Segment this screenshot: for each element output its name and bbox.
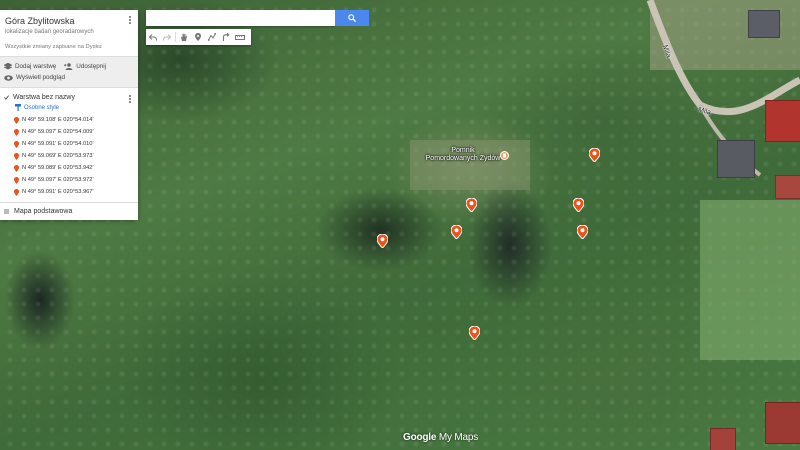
building — [765, 402, 800, 444]
marker-icon — [14, 140, 19, 148]
checkbox-checked-icon[interactable] — [4, 95, 9, 100]
item-label: N 49° 59.089' E 020°53.942' — [22, 165, 94, 171]
save-status: Wszystkie zmiany zapisane na Dysku — [5, 44, 102, 50]
building — [765, 100, 800, 142]
marker-icon — [14, 188, 19, 196]
directions-button[interactable] — [219, 30, 233, 44]
search-button[interactable] — [335, 10, 369, 26]
undo-button[interactable] — [146, 30, 160, 44]
marker-icon — [14, 128, 19, 136]
monument-icon[interactable] — [500, 151, 509, 160]
add-marker-button[interactable] — [191, 30, 205, 44]
layers-icon — [4, 63, 12, 70]
building — [748, 10, 780, 38]
map-options-kebab-icon[interactable] — [127, 15, 133, 25]
building — [775, 175, 800, 199]
building — [717, 140, 755, 178]
toolbar-divider — [175, 32, 176, 42]
list-item[interactable]: N 49° 59.097' E 020°53.972' — [14, 174, 138, 186]
line-icon — [208, 33, 216, 41]
list-item[interactable]: N 49° 59.108' E 020°54.014' — [14, 114, 138, 126]
base-map-icon — [4, 209, 9, 214]
base-map-label: Mapa podstawowa — [14, 208, 73, 215]
map-marker-icon[interactable] — [451, 225, 462, 239]
map-description[interactable]: lokalizacje badań georadarowych — [5, 29, 134, 35]
preview-button[interactable]: Wyświetl podgląd — [4, 74, 65, 81]
logo-product: My Maps — [438, 432, 479, 443]
add-layer-button[interactable]: Dodaj warstwę — [4, 63, 56, 70]
share-button[interactable]: Udostępnij — [64, 63, 106, 70]
search-input[interactable] — [146, 10, 335, 26]
list-item[interactable]: N 49° 59.089' E 020°53.942' — [14, 162, 138, 174]
item-label: N 49° 59.097' E 020°53.972' — [22, 177, 94, 183]
map-side-panel: Góra Zbylitowska lokalizacje badań geora… — [0, 10, 138, 220]
map-toolbar — [146, 29, 251, 45]
list-item[interactable]: N 49° 59.097' E 020°54.009' — [14, 126, 138, 138]
hand-icon — [181, 33, 187, 41]
marker-icon — [14, 152, 19, 160]
preview-label: Wyświetl podgląd — [16, 74, 65, 81]
draw-line-button[interactable] — [205, 30, 219, 44]
map-marker-icon[interactable] — [577, 225, 588, 239]
list-item[interactable]: N 49° 59.091' E 020°53.967' — [14, 186, 138, 198]
panel-header: Góra Zbylitowska lokalizacje badań geora… — [0, 10, 138, 56]
map-title[interactable]: Góra Zbylitowska — [5, 16, 134, 26]
google-my-maps-logo: Google My Maps — [403, 432, 478, 443]
item-label: N 49° 59.097' E 020°54.009' — [22, 129, 94, 135]
layer-options-kebab-icon[interactable] — [127, 94, 133, 104]
search-icon — [348, 14, 356, 22]
map-marker-icon[interactable] — [377, 234, 388, 248]
marker-icon — [14, 164, 19, 172]
list-item[interactable]: N 49° 59.069' E 020°53.973' — [14, 150, 138, 162]
ruler-icon — [235, 34, 245, 40]
eye-icon — [4, 74, 13, 81]
pan-tool-button[interactable] — [177, 30, 191, 44]
map-marker-icon[interactable] — [589, 148, 600, 162]
item-label: N 49° 59.069' E 020°53.973' — [22, 153, 94, 159]
list-item[interactable]: N 49° 59.091' E 020°54.010' — [14, 138, 138, 150]
layer-name[interactable]: Warstwa bez nazwy — [13, 94, 75, 101]
paint-roller-icon — [15, 104, 21, 111]
individual-styles-link[interactable]: Osobne style — [15, 104, 134, 111]
item-label: N 49° 59.108' E 020°54.014' — [22, 117, 94, 123]
add-layer-label: Dodaj warstwę — [15, 63, 57, 70]
map-marker-icon[interactable] — [573, 198, 584, 212]
add-person-icon — [64, 63, 73, 70]
layer-section: Warstwa bez nazwy Osobne style — [0, 88, 138, 113]
marker-icon — [14, 176, 19, 184]
undo-icon — [149, 33, 157, 41]
panel-actions: Dodaj warstwę Udostępnij Wyświetl podglą… — [0, 56, 138, 88]
map-marker-icon[interactable] — [469, 326, 480, 340]
layer-items-list: N 49° 59.108' E 020°54.014' N 49° 59.097… — [0, 113, 138, 202]
map-marker-icon[interactable] — [466, 198, 477, 212]
redo-button[interactable] — [160, 30, 174, 44]
redo-icon — [163, 33, 171, 41]
base-map-section[interactable]: Mapa podstawowa — [0, 202, 138, 220]
measure-button[interactable] — [233, 30, 247, 44]
poi-label: Pomnik Pomordowanych Żydów — [425, 147, 501, 162]
item-label: N 49° 59.091' E 020°54.010' — [22, 141, 94, 147]
directions-icon — [222, 33, 230, 41]
building — [710, 428, 736, 450]
item-label: N 49° 59.091' E 020°53.967' — [22, 189, 94, 195]
marker-icon — [14, 116, 19, 124]
marker-icon — [195, 33, 201, 41]
style-link-label: Osobne style — [24, 104, 60, 111]
logo-brand: Google — [403, 432, 437, 443]
share-label: Udostępnij — [76, 63, 107, 70]
